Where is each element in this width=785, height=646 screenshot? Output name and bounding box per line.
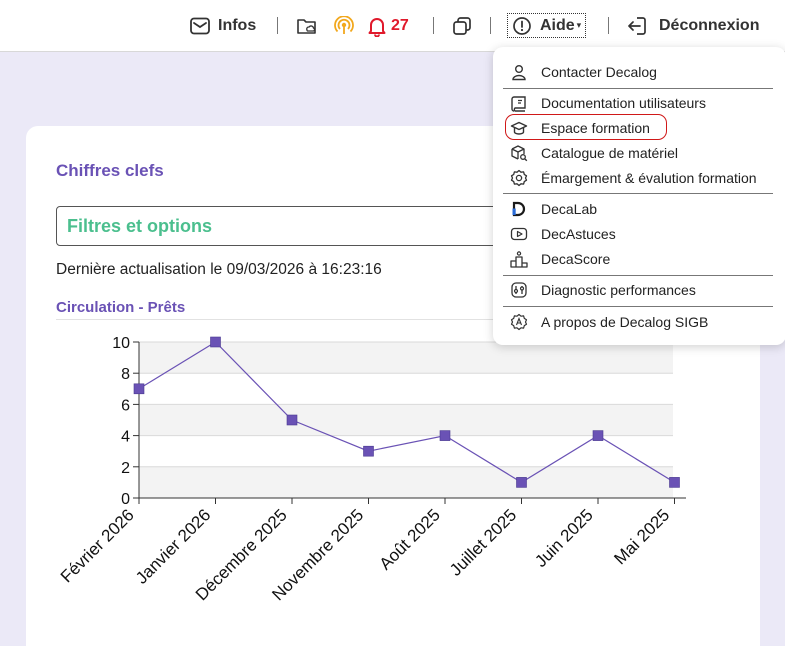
y-tick-label: 8 (121, 366, 130, 383)
separator (608, 17, 609, 34)
help-dropdown-menu: Contacter Decalog Documentation utilisat… (493, 47, 785, 345)
menu-item-emargement[interactable]: Émargement & évalution formation (493, 166, 783, 190)
data-point (210, 336, 221, 348)
data-point (669, 477, 680, 488)
menu-item-documentation[interactable]: Documentation utilisateurs (493, 91, 783, 115)
data-point (363, 445, 374, 457)
menu-item-a-propos[interactable]: A propos de Decalog SIGB (493, 310, 783, 334)
menu-item-label: Émargement & évalution formation (541, 170, 757, 186)
top-bar: Infos 27 Aide ▾ Déconnexion (0, 0, 785, 52)
menu-divider (503, 88, 773, 89)
filters-options-toggle[interactable]: Filtres et options (56, 206, 526, 246)
menu-item-label: Contacter Decalog (541, 64, 657, 80)
bell-icon (367, 15, 387, 37)
folder-cloud-icon (296, 16, 318, 36)
logout-button[interactable]: Déconnexion (626, 13, 759, 39)
menu-item-diagnostic[interactable]: Diagnostic performances (493, 278, 783, 302)
podcast-button[interactable] (334, 13, 354, 39)
section-divider (56, 319, 526, 320)
folder-button[interactable] (296, 13, 318, 39)
y-tick-label: 4 (121, 429, 130, 446)
infos-label: Infos (218, 17, 257, 34)
separator (433, 17, 434, 34)
menu-divider (503, 193, 773, 194)
data-point (286, 414, 298, 426)
menu-item-label: DecaScore (541, 251, 611, 267)
info-badge-icon (510, 313, 528, 331)
separator (490, 17, 491, 34)
menu-divider (503, 306, 773, 307)
podium-icon (510, 250, 528, 268)
y-tick-label: 2 (121, 460, 130, 477)
section-title: Circulation - Prêts (56, 299, 186, 316)
menu-item-decalab[interactable]: DecaLab (493, 197, 783, 221)
decalab-logo-icon (510, 200, 528, 218)
caret-down-icon: ▾ (576, 20, 582, 30)
menu-item-label: DecaLab (541, 201, 598, 217)
menu-item-label: Espace formation (541, 120, 650, 136)
mail-icon (190, 17, 210, 35)
menu-item-label: Diagnostic performances (541, 282, 696, 298)
grid-band (139, 466, 673, 498)
data-point (592, 430, 604, 441)
menu-item-espace-formation[interactable]: Espace formation (493, 116, 783, 140)
person-icon (510, 63, 528, 81)
card-title: Chiffres clefs (56, 161, 164, 180)
box-search-icon (510, 144, 528, 162)
menu-item-decastuces[interactable]: DecAstuces (493, 222, 783, 246)
separator (277, 17, 278, 34)
menu-item-decascore[interactable]: DecaScore (493, 247, 783, 271)
exclamation-circle-icon (512, 16, 532, 36)
windows-button[interactable] (451, 13, 473, 39)
copy-windows-icon (451, 15, 473, 37)
video-play-icon (510, 225, 528, 243)
y-tick-label: 10 (112, 335, 130, 352)
menu-item-catalogue-materiel[interactable]: Catalogue de matériel (493, 141, 783, 165)
menu-item-contacter-decalog[interactable]: Contacter Decalog (493, 60, 783, 84)
menu-item-label: A propos de Decalog SIGB (541, 314, 709, 330)
menu-divider (503, 275, 773, 276)
logout-label: Déconnexion (659, 17, 760, 34)
infos-button[interactable]: Infos (190, 13, 256, 39)
y-tick-label: 6 (121, 397, 130, 414)
menu-item-label: Catalogue de matériel (541, 145, 678, 161)
y-tick-label: 0 (121, 491, 130, 508)
menu-item-label: Documentation utilisateurs (541, 95, 706, 111)
podcast-icon (334, 16, 354, 36)
logout-icon (626, 15, 648, 37)
graduation-cap-icon (510, 119, 528, 137)
help-menu-button[interactable]: Aide ▾ (507, 13, 587, 38)
data-point (516, 477, 527, 488)
diagnostic-icon (510, 281, 528, 299)
data-point (133, 383, 145, 395)
last-update-text: Dernière actualisation le 09/03/2026 à 1… (56, 261, 382, 278)
book-icon (510, 94, 528, 112)
menu-item-label: DecAstuces (541, 226, 616, 242)
data-point (439, 430, 451, 441)
help-menu-label: Aide (540, 16, 575, 34)
gear-badge-icon (510, 169, 528, 187)
notification-count: 27 (391, 17, 409, 34)
notifications-button[interactable]: 27 (367, 13, 409, 39)
